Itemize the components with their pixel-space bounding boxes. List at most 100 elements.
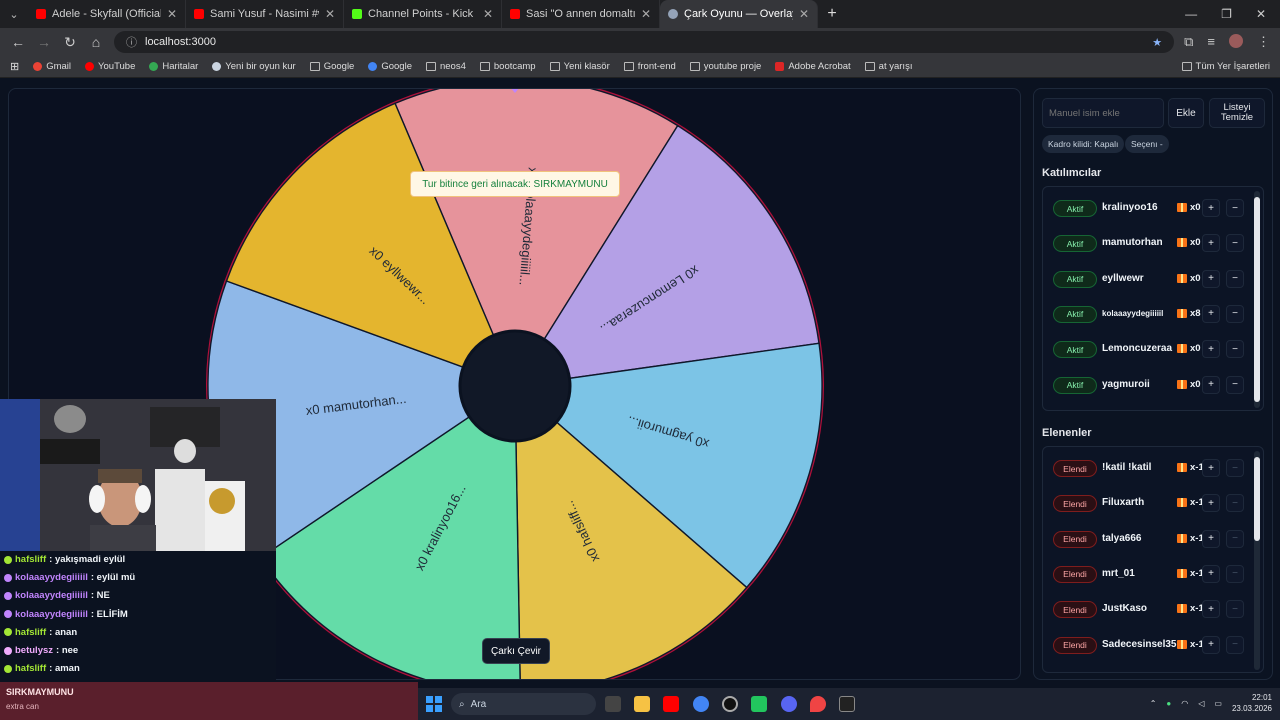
bookmark-star-icon[interactable]: ★ bbox=[1152, 36, 1162, 49]
increase-button[interactable]: + bbox=[1202, 375, 1220, 394]
increase-button[interactable]: + bbox=[1202, 635, 1220, 654]
browser-tab[interactable]: Channel Points - Kick Dashboar ✕ bbox=[344, 0, 502, 28]
bookmark-folder[interactable]: bootcamp bbox=[479, 61, 536, 72]
bookmark-item[interactable]: Yeni bir oyun kur bbox=[212, 61, 296, 72]
participants-scrollbar[interactable] bbox=[1254, 191, 1260, 408]
increase-button[interactable]: + bbox=[1202, 234, 1220, 253]
status-badge[interactable]: Aktif bbox=[1053, 200, 1097, 217]
decrease-button[interactable]: − bbox=[1226, 459, 1244, 477]
extensions-icon[interactable]: ⧉ bbox=[1184, 34, 1193, 50]
media-controls-icon[interactable]: ≡ bbox=[1207, 34, 1215, 50]
maps-app-icon[interactable] bbox=[810, 696, 826, 712]
windows-start-icon[interactable] bbox=[426, 696, 442, 712]
forward-arrow-icon[interactable]: → bbox=[36, 34, 52, 50]
tab-search-chevron-icon[interactable]: ⌄ bbox=[0, 0, 28, 28]
decrease-button[interactable]: − bbox=[1226, 564, 1244, 583]
chrome-icon[interactable] bbox=[693, 696, 709, 712]
bookmark-folder[interactable]: at yarışı bbox=[864, 61, 912, 72]
obs-icon[interactable] bbox=[722, 696, 738, 712]
decrease-button[interactable]: − bbox=[1226, 304, 1244, 323]
discord-icon[interactable] bbox=[781, 696, 797, 712]
bookmark-folder[interactable]: youtube proje bbox=[689, 61, 761, 72]
wifi-icon[interactable]: ◠ bbox=[1181, 699, 1188, 708]
increase-button[interactable]: + bbox=[1202, 564, 1220, 583]
volume-icon[interactable]: ◁ bbox=[1198, 699, 1204, 708]
manual-name-input[interactable] bbox=[1042, 98, 1164, 128]
increase-button[interactable]: + bbox=[1202, 340, 1220, 359]
bookmark-folder[interactable]: front-end bbox=[623, 61, 676, 72]
status-badge[interactable]: Elendi bbox=[1053, 460, 1097, 477]
increase-button[interactable]: + bbox=[1202, 600, 1220, 619]
status-badge[interactable]: Aktif bbox=[1053, 376, 1097, 394]
task-view-icon[interactable] bbox=[605, 696, 621, 712]
microphone-icon[interactable]: ● bbox=[1166, 699, 1171, 708]
decrease-button[interactable]: − bbox=[1226, 340, 1244, 359]
increase-button[interactable]: + bbox=[1202, 459, 1220, 477]
eliminated-scrollbar[interactable] bbox=[1254, 451, 1260, 670]
increase-button[interactable]: + bbox=[1202, 304, 1220, 323]
status-badge[interactable]: Aktif bbox=[1053, 235, 1097, 253]
bookmark-item[interactable]: Gmail bbox=[33, 61, 71, 72]
close-tab-icon[interactable]: ✕ bbox=[799, 7, 809, 21]
home-icon[interactable]: ⌂ bbox=[88, 34, 104, 50]
status-badge[interactable]: Aktif bbox=[1053, 341, 1097, 359]
status-badge[interactable]: Elendi bbox=[1053, 530, 1097, 548]
bookmark-item[interactable]: Adobe Acrobat bbox=[775, 61, 851, 72]
decrease-button[interactable]: − bbox=[1226, 234, 1244, 253]
bookmark-folder[interactable]: neos4 bbox=[425, 61, 466, 72]
decrease-button[interactable]: − bbox=[1226, 635, 1244, 654]
close-tab-icon[interactable]: ✕ bbox=[641, 7, 651, 21]
bookmark-folder[interactable]: Yeni klasör bbox=[549, 61, 610, 72]
apps-grid-icon[interactable]: ⊞ bbox=[10, 60, 19, 73]
status-badge[interactable]: Elendi bbox=[1053, 636, 1097, 654]
terminal-icon[interactable] bbox=[839, 696, 855, 712]
taskbar-clock[interactable]: 22:01 23.03.2026 bbox=[1232, 692, 1272, 714]
bookmark-folder[interactable]: Google bbox=[309, 61, 354, 72]
decrease-button[interactable]: − bbox=[1226, 600, 1244, 619]
browser-tab[interactable]: Adele - Skyfall (Official Lyric ✕ bbox=[28, 0, 186, 28]
status-badge[interactable]: Elendi bbox=[1053, 495, 1097, 513]
decrease-button[interactable]: − bbox=[1226, 269, 1244, 288]
close-tab-icon[interactable]: ✕ bbox=[325, 7, 335, 21]
battery-icon[interactable]: ▭ bbox=[1214, 699, 1222, 708]
status-badge[interactable]: Elendi bbox=[1053, 601, 1097, 619]
file-explorer-icon[interactable] bbox=[634, 696, 650, 712]
profile-avatar[interactable] bbox=[1229, 34, 1243, 48]
restore-icon[interactable]: ❐ bbox=[1221, 7, 1232, 21]
clear-list-button[interactable]: Listeyi Temizle bbox=[1209, 98, 1265, 128]
minimize-icon[interactable]: — bbox=[1185, 7, 1197, 21]
bookmark-item[interactable]: YouTube bbox=[85, 61, 135, 72]
decrease-button[interactable]: − bbox=[1226, 199, 1244, 217]
roster-lock-chip[interactable]: Kadro kilidi: Kapalı bbox=[1042, 135, 1125, 153]
add-button[interactable]: Ekle bbox=[1168, 98, 1204, 128]
browser-tab-active[interactable]: Çark Oyunu — Overlay ✕ bbox=[660, 0, 818, 28]
youtube-app-icon[interactable] bbox=[663, 696, 679, 712]
decrease-button[interactable]: − bbox=[1226, 529, 1244, 548]
close-tab-icon[interactable]: ✕ bbox=[483, 7, 493, 21]
browser-tab[interactable]: Sami Yusuf - Nasimi #worldmu ✕ bbox=[186, 0, 344, 28]
spin-button[interactable]: Çarkı Çevir bbox=[482, 638, 550, 664]
increase-button[interactable]: + bbox=[1202, 494, 1220, 513]
close-tab-icon[interactable]: ✕ bbox=[167, 7, 177, 21]
browser-menu-icon[interactable]: ⋮ bbox=[1257, 34, 1270, 50]
bookmark-item[interactable]: Google bbox=[368, 61, 412, 72]
back-arrow-icon[interactable]: ← bbox=[10, 34, 26, 50]
decrease-button[interactable]: − bbox=[1226, 494, 1244, 513]
chevron-up-icon[interactable]: ⌃ bbox=[1150, 699, 1157, 708]
status-badge[interactable]: Aktif bbox=[1053, 305, 1097, 323]
reload-icon[interactable]: ↻ bbox=[62, 34, 78, 51]
taskbar-search[interactable]: ⌕ Ara bbox=[451, 693, 596, 715]
all-bookmarks[interactable]: Tüm Yer İşaretleri bbox=[1181, 61, 1270, 72]
new-tab-plus-icon[interactable]: + bbox=[818, 5, 846, 23]
increase-button[interactable]: + bbox=[1202, 199, 1220, 217]
bookmark-item[interactable]: Haritalar bbox=[149, 61, 198, 72]
kick-app-icon[interactable] bbox=[751, 696, 767, 712]
status-badge[interactable]: Aktif bbox=[1053, 270, 1097, 288]
browser-tab[interactable]: Sasi "O annen domaltılacak" diy ✕ bbox=[502, 0, 660, 28]
increase-button[interactable]: + bbox=[1202, 269, 1220, 288]
close-window-icon[interactable]: ✕ bbox=[1256, 7, 1266, 21]
status-badge[interactable]: Elendi bbox=[1053, 565, 1097, 583]
increase-button[interactable]: + bbox=[1202, 529, 1220, 548]
site-info-icon[interactable]: ⓘ bbox=[126, 34, 137, 50]
decrease-button[interactable]: − bbox=[1226, 375, 1244, 394]
